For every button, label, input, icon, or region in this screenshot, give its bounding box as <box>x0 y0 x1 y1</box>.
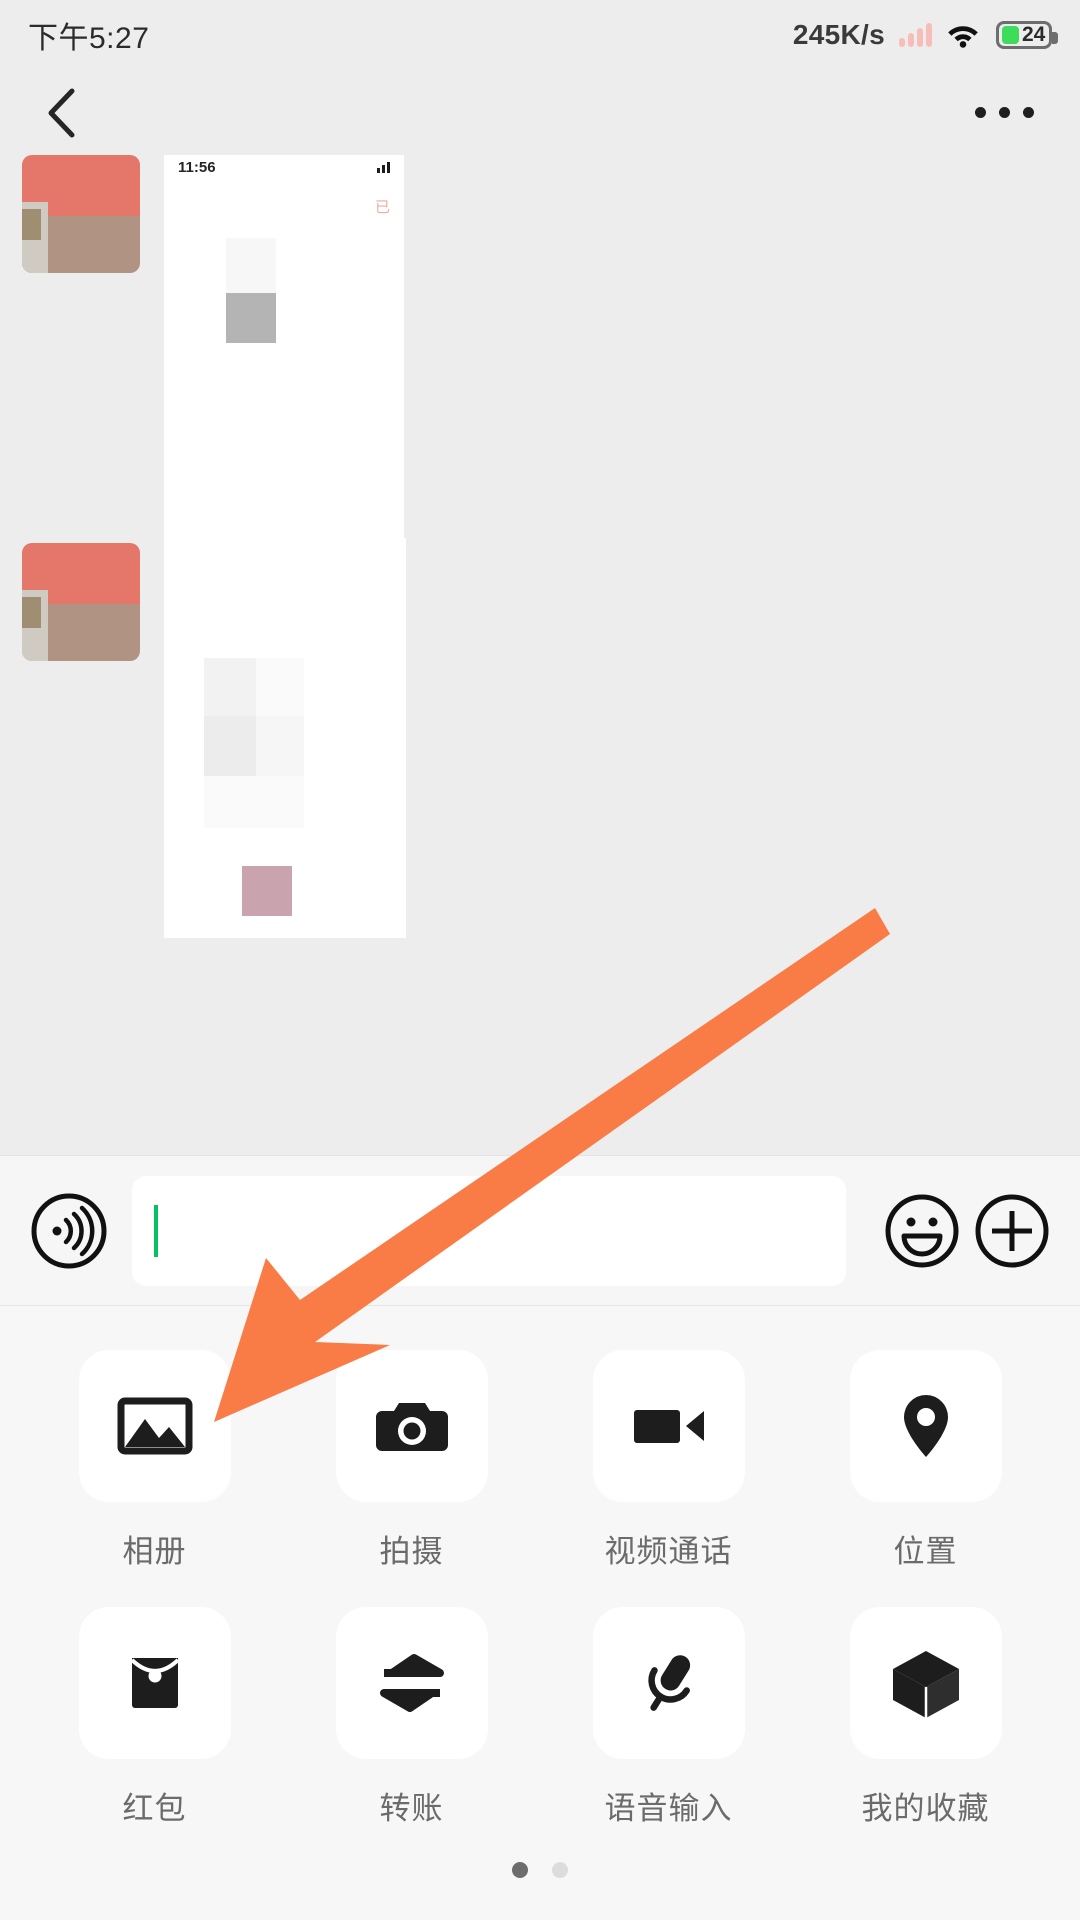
embedded-time-label: 11:56 <box>178 158 216 176</box>
chat-message[interactable] <box>22 538 406 938</box>
panel-item-video-call[interactable]: 视频通话 <box>540 1350 797 1571</box>
tile[interactable] <box>78 1607 231 1759</box>
camera-icon <box>375 1403 448 1451</box>
embedded-block <box>226 238 276 293</box>
tile[interactable] <box>849 1350 1002 1502</box>
panel-item-label: 位置 <box>893 1534 958 1569</box>
navigation-bar <box>0 70 1080 155</box>
panel-item-label: 语音输入 <box>604 1791 733 1826</box>
attachment-grid: 相册 拍摄 视频通话 位置 红包 转账 语音输入 我的收藏 <box>0 1306 1080 1828</box>
panel-item-red-packet[interactable]: 红包 <box>26 1607 283 1828</box>
embedded-block <box>226 293 276 343</box>
panel-item-label: 视频通话 <box>604 1534 733 1569</box>
panel-item-camera[interactable]: 拍摄 <box>283 1350 540 1571</box>
network-speed-label: 245K/s <box>792 19 885 50</box>
embedded-block <box>242 866 292 916</box>
wifi-icon <box>948 26 978 48</box>
embedded-status-bar: 11:56 <box>164 155 404 184</box>
panel-item-voice-input[interactable]: 语音输入 <box>540 1607 797 1828</box>
tile[interactable] <box>335 1607 488 1759</box>
panel-page-indicator <box>0 1862 1080 1878</box>
more-options-icon[interactable] <box>969 89 1040 136</box>
signal-bars-icon <box>899 23 932 47</box>
transfer-icon <box>379 1654 444 1712</box>
tile[interactable] <box>592 1350 745 1502</box>
status-indicators: 245K/s 24 <box>792 19 1058 51</box>
voice-input-icon[interactable] <box>30 1192 108 1270</box>
panel-item-label: 拍摄 <box>379 1534 444 1569</box>
page-dot-active[interactable] <box>512 1862 528 1878</box>
page-dot-inactive[interactable] <box>552 1862 568 1878</box>
microphone-icon <box>647 1655 690 1711</box>
tile[interactable] <box>592 1607 745 1759</box>
chat-message-list[interactable]: 11:56 已 <box>0 155 1080 1155</box>
battery-level-label: 24 <box>1022 23 1046 46</box>
message-text-input[interactable] <box>132 1175 846 1286</box>
video-call-icon <box>633 1410 704 1443</box>
avatar[interactable] <box>22 155 140 273</box>
tile[interactable] <box>335 1350 488 1502</box>
battery-icon: 24 <box>996 21 1058 49</box>
status-bar: 下午5:27 245K/s 24 <box>0 0 1080 70</box>
status-time: 下午5:27 <box>28 22 150 55</box>
favorites-cube-icon <box>892 1651 959 1718</box>
embedded-badge-label: 已 <box>374 199 390 216</box>
panel-item-label: 红包 <box>122 1791 187 1826</box>
text-caret <box>154 1204 158 1257</box>
avatar[interactable] <box>22 543 140 661</box>
message-input-bar <box>0 1155 1080 1305</box>
panel-item-label: 相册 <box>122 1534 187 1569</box>
panel-item-label: 我的收藏 <box>861 1791 990 1826</box>
message-image-attachment[interactable] <box>164 538 406 938</box>
back-chevron-icon[interactable] <box>40 87 84 139</box>
phone-screen: 下午5:27 245K/s 24 11:56 已 相册 拍摄 视频通话 位置 红… <box>0 0 1080 1920</box>
photo-album-icon <box>117 1397 192 1455</box>
embedded-signal-icon <box>377 161 390 173</box>
panel-item-album[interactable]: 相册 <box>26 1350 283 1571</box>
emoji-smiley-icon[interactable] <box>884 1193 960 1269</box>
plus-circle-icon[interactable] <box>974 1193 1050 1269</box>
panel-item-favorites[interactable]: 我的收藏 <box>797 1607 1054 1828</box>
tile[interactable] <box>849 1607 1002 1759</box>
panel-item-location[interactable]: 位置 <box>797 1350 1054 1571</box>
location-pin-icon <box>903 1395 948 1457</box>
panel-item-transfer[interactable]: 转账 <box>283 1607 540 1828</box>
red-packet-icon <box>130 1658 179 1708</box>
panel-item-label: 转账 <box>379 1791 444 1826</box>
attachment-panel: 相册 拍摄 视频通话 位置 红包 转账 语音输入 我的收藏 <box>0 1305 1080 1920</box>
tile[interactable] <box>78 1350 231 1502</box>
